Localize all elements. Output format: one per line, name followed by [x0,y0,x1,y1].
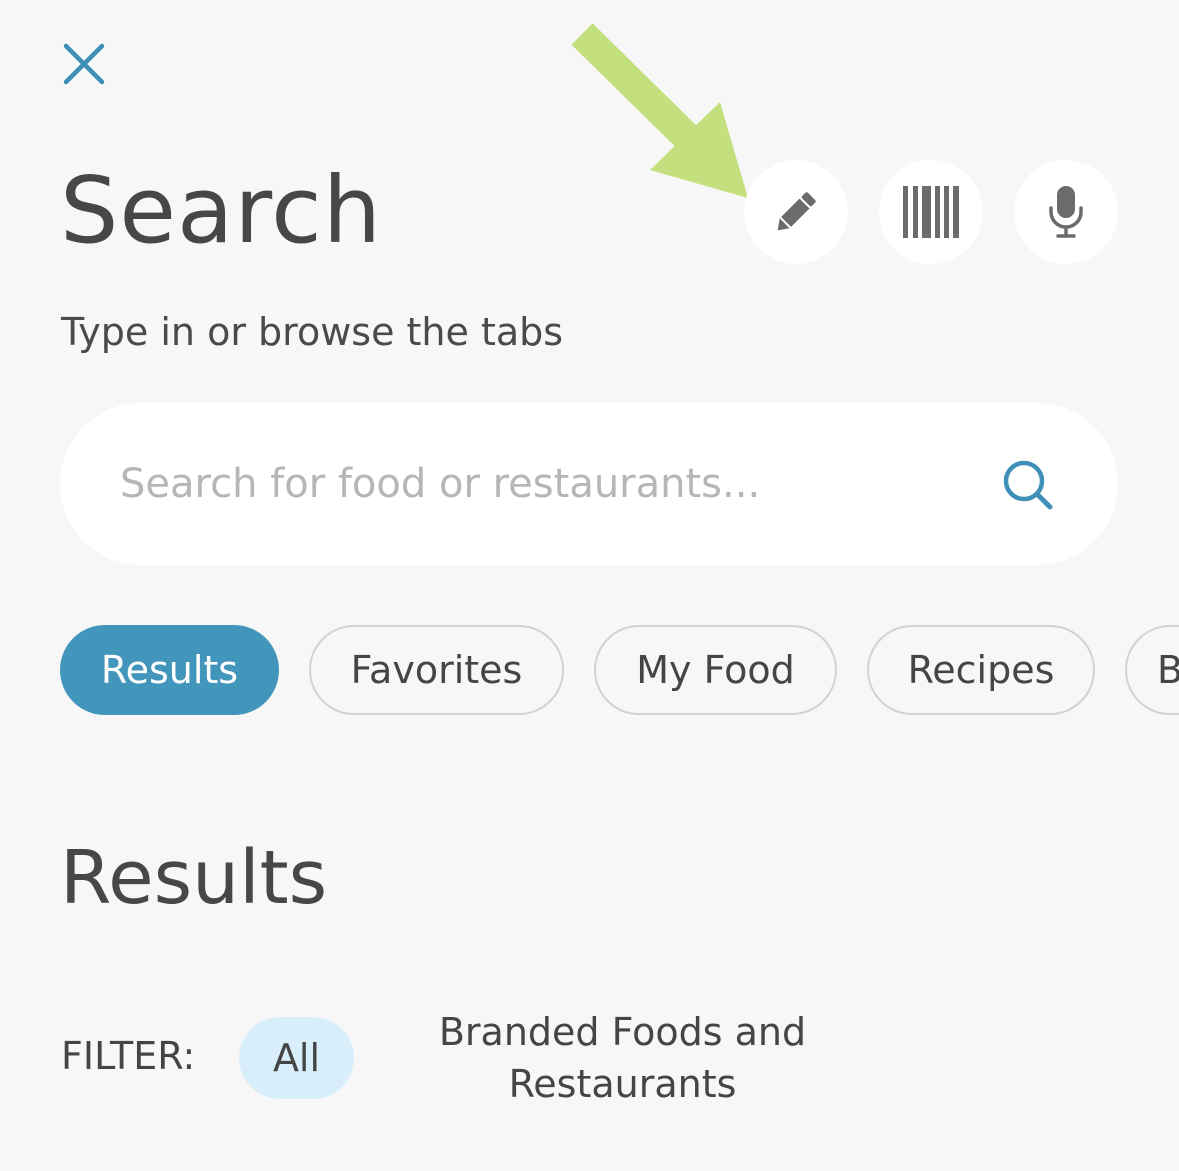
manual-entry-button[interactable] [744,160,848,264]
filter-label: FILTER: [61,1034,196,1078]
search-icon[interactable] [998,455,1058,515]
tab-my-food[interactable]: My Food [594,625,837,715]
barcode-icon [903,186,959,238]
voice-search-button[interactable] [1014,160,1118,264]
filter-chip-branded[interactable]: Branded Foods and Restaurants [395,1006,850,1110]
search-input[interactable] [120,403,1000,565]
tab-recipes[interactable]: Recipes [867,625,1095,715]
filter-chip-all[interactable]: All [239,1017,354,1099]
tab-partial[interactable]: B [1125,625,1179,715]
search-bar [60,403,1118,565]
microphone-icon [1049,186,1083,238]
barcode-scan-button[interactable] [879,160,983,264]
page-subtitle: Type in or browse the tabs [61,310,564,354]
page-title: Search [60,157,383,264]
tab-favorites[interactable]: Favorites [309,625,564,715]
close-icon [63,43,105,85]
pencil-icon [777,192,816,231]
results-heading: Results [60,835,328,921]
tab-results[interactable]: Results [60,625,279,715]
search-screen: Search Type in or browse the tabs Search… [0,0,1179,1171]
annotation-arrow-icon [571,23,748,198]
close-button[interactable] [58,38,110,90]
tab-bar: Results Favorites My Food Recipes B [60,625,1179,715]
